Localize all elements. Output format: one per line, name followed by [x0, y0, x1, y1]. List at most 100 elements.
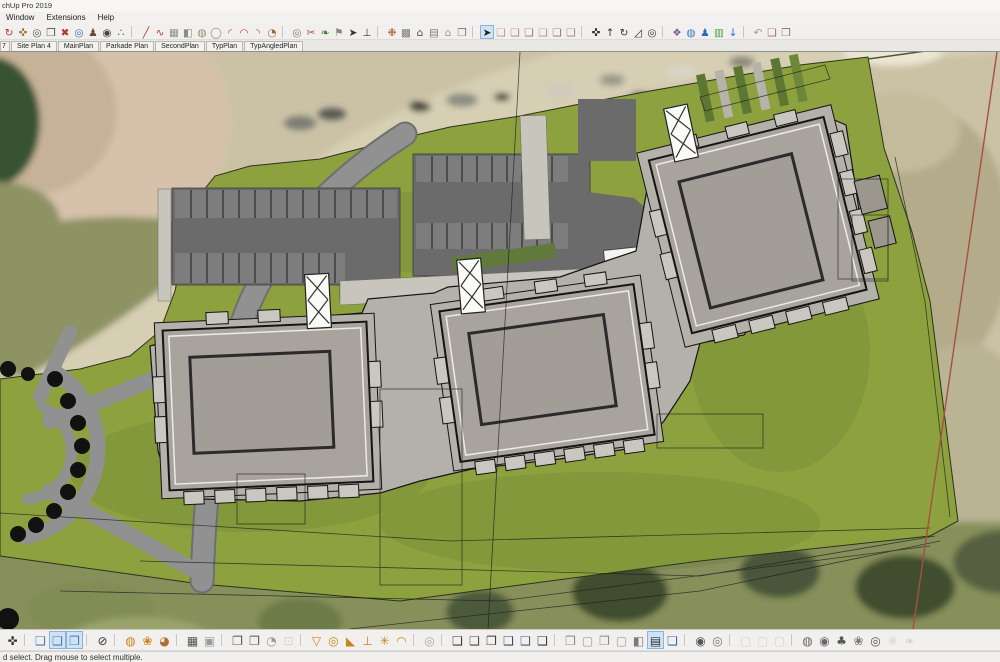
union-tool[interactable]: ❑	[508, 25, 522, 39]
walk-tool[interactable]: ∴	[114, 25, 128, 39]
subtract-tool[interactable]: ❑	[522, 25, 536, 39]
gauge-icon[interactable]: ◔	[263, 631, 280, 649]
flower-tool-icon[interactable]: ❀	[850, 631, 867, 649]
grass-tool-icon[interactable]: ※	[884, 631, 901, 649]
protractor-icon[interactable]: ◎	[325, 631, 342, 649]
leaf-tool-icon[interactable]: ❧	[901, 631, 918, 649]
cube-dark-b-icon[interactable]: ❑	[466, 631, 483, 649]
entrance-drive[interactable]	[578, 99, 636, 161]
look-around-tool[interactable]: ◉	[100, 25, 114, 39]
scene-tab-typangledplan[interactable]: TypAngledPlan	[244, 41, 303, 51]
position-camera-tool[interactable]: ♟	[86, 25, 100, 39]
trim-tool[interactable]: ❑	[536, 25, 550, 39]
cube-dark-c-icon[interactable]: ❑	[534, 631, 551, 649]
rotate-tool[interactable]: ↻	[617, 25, 631, 39]
offset-tool[interactable]: ◎	[290, 25, 304, 39]
download-model-tool[interactable]: ↓	[726, 25, 740, 39]
printer-tool[interactable]: ❒	[455, 25, 469, 39]
materials-tool[interactable]: ▩	[399, 25, 413, 39]
zoom-window-tool[interactable]: ❒	[44, 25, 58, 39]
scene-tab-mainplan[interactable]: MainPlan	[58, 41, 99, 51]
model-box-tool[interactable]: ❑	[765, 25, 779, 39]
plan-outline-b-icon[interactable]: ▢	[754, 631, 771, 649]
undo-tool[interactable]: ↶	[751, 25, 765, 39]
cube-outline-a-icon[interactable]: ▢	[579, 631, 596, 649]
polygon-tool[interactable]: ◯	[209, 25, 223, 39]
dome-icon[interactable]: ◠	[393, 631, 410, 649]
cube-outline-b-icon[interactable]: ▢	[613, 631, 630, 649]
section-plane-tool[interactable]: ⚑	[332, 25, 346, 39]
cube-layers-icon[interactable]: ▤	[647, 631, 664, 649]
scene-tab-7[interactable]: 7	[0, 41, 10, 51]
building-west[interactable]	[150, 305, 386, 506]
house-tool[interactable]: ⌂	[441, 25, 455, 39]
cube-shaded-icon[interactable]: ◧	[630, 631, 647, 649]
zoom-previous-tool[interactable]: ◎	[72, 25, 86, 39]
tree-tool-icon[interactable]: ♣	[833, 631, 850, 649]
offset-edges-tool[interactable]: ◎	[645, 25, 659, 39]
menu-extensions[interactable]: Extensions	[40, 12, 91, 24]
camera-circle-icon[interactable]: ◎	[867, 631, 884, 649]
no-entry-icon[interactable]: ⊘	[94, 631, 111, 649]
scene-tab-parkade-plan[interactable]: Parkade Plan	[100, 41, 154, 51]
rectangle-tool[interactable]: ▦	[167, 25, 181, 39]
pan-cube-icon[interactable]: ❑	[49, 631, 66, 649]
outer-shell-tool[interactable]: ❑	[494, 25, 508, 39]
rotated-rectangle-tool[interactable]: ◧	[181, 25, 195, 39]
follow-me-tool[interactable]: ❧	[318, 25, 332, 39]
menu-help[interactable]: Help	[92, 12, 120, 24]
split-tool[interactable]: ❑	[564, 25, 578, 39]
zoom-cube-icon[interactable]: ❒	[66, 631, 83, 649]
display-table-icon[interactable]: ▣	[201, 631, 218, 649]
tape-measure-tool[interactable]: ✂	[304, 25, 318, 39]
globe-gray-icon[interactable]: ◍	[799, 631, 816, 649]
hand-select-icon[interactable]: ◉	[816, 631, 833, 649]
cube-dark-a-icon[interactable]: ❑	[449, 631, 466, 649]
person-scale-tool[interactable]: ♟	[698, 25, 712, 39]
component-tool[interactable]: ❖	[670, 25, 684, 39]
spray-icon[interactable]: ❀	[139, 631, 156, 649]
copy-stack-icon[interactable]: ◉	[692, 631, 709, 649]
pie-tool[interactable]: ◔	[265, 25, 279, 39]
plan-outline-a-icon[interactable]: ▢	[737, 631, 754, 649]
paste-stack-icon[interactable]: ◎	[709, 631, 726, 649]
pan-tool[interactable]: ✜	[16, 25, 30, 39]
cube-pair-icon[interactable]: ❒	[483, 631, 500, 649]
two-point-arc-tool[interactable]: ◠	[237, 25, 251, 39]
scale-tool[interactable]: ◿	[631, 25, 645, 39]
line-tool[interactable]: ╱	[139, 25, 153, 39]
geo-location-tool[interactable]: ◍	[684, 25, 698, 39]
freehand-tool[interactable]: ∿	[153, 25, 167, 39]
export-box-tool[interactable]: ❒	[779, 25, 793, 39]
cube-light-a-icon[interactable]: ❒	[562, 631, 579, 649]
stamp-icon[interactable]: ◍	[122, 631, 139, 649]
funnel-icon[interactable]: ▽	[308, 631, 325, 649]
push-pull-tool[interactable]: ↑	[603, 25, 617, 39]
plan-outline-c-icon[interactable]: ▢	[771, 631, 788, 649]
import-tool[interactable]: ▥	[712, 25, 726, 39]
move-cross-icon[interactable]: ✜	[4, 631, 21, 649]
scene-tab-typplan[interactable]: TypPlan	[206, 41, 243, 51]
axes-orange-icon[interactable]: ⊥	[359, 631, 376, 649]
circle-pale-icon[interactable]: ◎	[421, 631, 438, 649]
three-point-arc-tool[interactable]: ◝	[251, 25, 265, 39]
intersect-tool[interactable]: ❑	[550, 25, 564, 39]
model-viewport[interactable]	[0, 52, 1000, 629]
display-monitor-icon[interactable]: ▦	[184, 631, 201, 649]
lock-icon[interactable]: ⊡	[280, 631, 297, 649]
scene-tab-site-plan-4[interactable]: Site Plan 4	[11, 41, 57, 51]
paint-bucket-tool[interactable]: ❉	[385, 25, 399, 39]
drape-icon[interactable]: ◕	[156, 631, 173, 649]
select-tool[interactable]: ➤	[480, 25, 494, 39]
arc-tool[interactable]: ◜	[223, 25, 237, 39]
warehouse-home-tool[interactable]: ⌂	[413, 25, 427, 39]
cube-light-b-icon[interactable]: ❒	[596, 631, 613, 649]
orbit-tool[interactable]: ↻	[2, 25, 16, 39]
menu-window[interactable]: Window	[0, 12, 40, 24]
window-main-icon[interactable]: ❐	[229, 631, 246, 649]
zoom-extents-tool[interactable]: ✖	[58, 25, 72, 39]
cube-arrow-icon[interactable]: ❑	[500, 631, 517, 649]
cube-blue-icon[interactable]: ❑	[517, 631, 534, 649]
cube-blue-b-icon[interactable]: ❑	[664, 631, 681, 649]
window-alt-icon[interactable]: ❐	[246, 631, 263, 649]
